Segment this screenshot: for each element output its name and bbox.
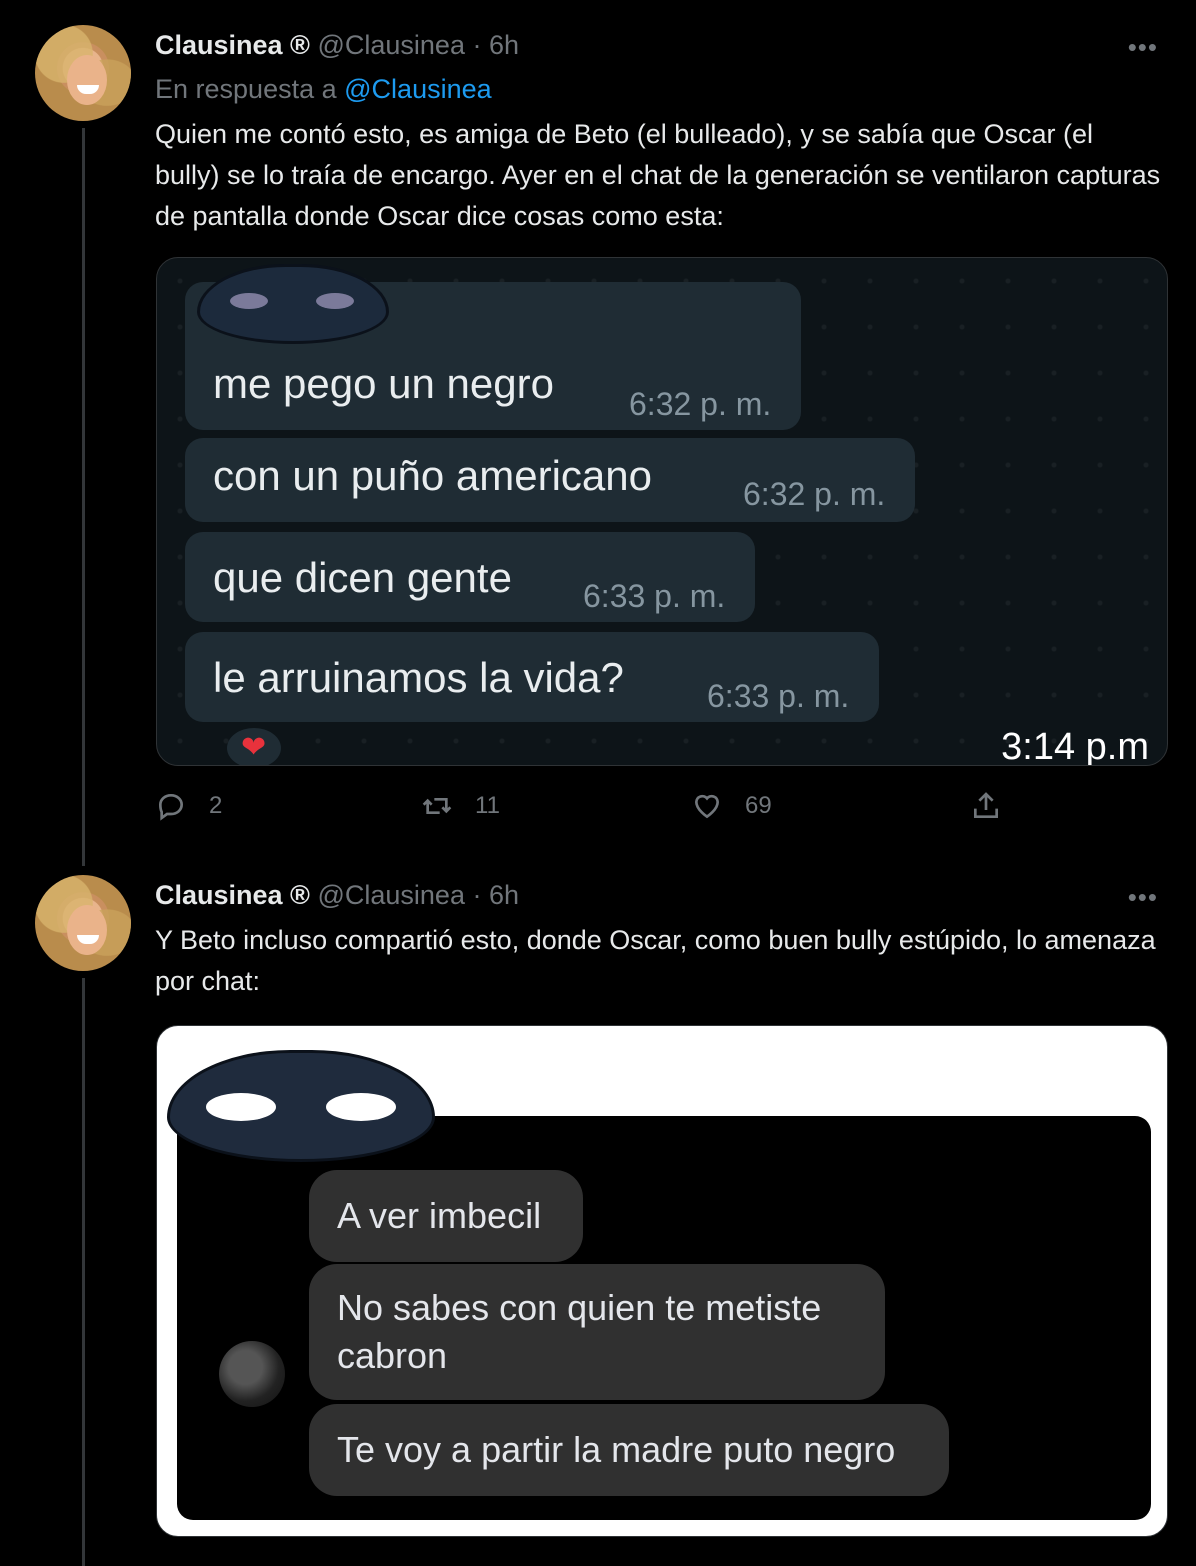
retweet-count: 11 <box>475 792 500 819</box>
like-button[interactable]: 69 <box>691 790 772 822</box>
tweet-header: Clausinea ® @Clausinea · 6h <box>155 880 519 911</box>
message-time: 6:33 p. m. <box>583 578 726 614</box>
tweet-image[interactable]: A ver imbecil No sabes con quien te meti… <box>156 1025 1168 1537</box>
mask-icon <box>197 264 389 344</box>
chat-message: que dicen gente 6:33 p. m. <box>185 532 755 622</box>
separator-dot: · <box>472 880 482 910</box>
tweet-text: Quien me contó esto, es amiga de Beto (e… <box>155 119 1161 231</box>
message-text: que dicen gente <box>213 554 512 601</box>
tweet-actions: 2 11 69 <box>155 790 1035 830</box>
message-text: No sabes con quien te metiste cabron <box>337 1287 822 1376</box>
reply-prefix: En respuesta a <box>155 74 337 104</box>
message-time: 6:32 p. m. <box>743 476 886 512</box>
tweet-image[interactable]: me pego un negro 6:32 p. m. con un puño … <box>156 257 1168 766</box>
more-icon[interactable]: ••• <box>1128 882 1158 913</box>
avatar[interactable] <box>35 25 131 121</box>
retweet-icon <box>422 798 452 814</box>
reply-icon <box>158 793 184 821</box>
tweet-time[interactable]: 6h <box>489 30 519 60</box>
author-handle[interactable]: @Clausinea <box>317 880 465 910</box>
tweet-header: Clausinea ® @Clausinea · 6h <box>155 30 519 61</box>
message-text: le arruinamos la vida? <box>213 654 624 701</box>
message-text: A ver imbecil <box>337 1195 542 1236</box>
share-icon <box>974 792 998 818</box>
message-text: Te voy a partir la madre puto negro <box>337 1429 896 1470</box>
chat-message: Te voy a partir la madre puto negro <box>309 1404 949 1496</box>
thread-line <box>82 978 85 1566</box>
mask-icon <box>167 1050 435 1162</box>
heart-icon <box>694 794 720 819</box>
chat-message: No sabes con quien te metiste cabron <box>309 1264 885 1400</box>
message-time: 6:32 p. m. <box>629 386 772 422</box>
tweet-time[interactable]: 6h <box>489 880 519 910</box>
chat-message: A ver imbecil <box>309 1170 583 1262</box>
reply-context: En respuesta a @Clausinea <box>155 74 492 105</box>
reply-count: 2 <box>209 792 223 819</box>
message-text: me pego un negro <box>213 360 554 407</box>
sender-avatar <box>219 1341 285 1407</box>
avatar[interactable] <box>35 875 131 971</box>
chat-message: le arruinamos la vida? 6:33 p. m. <box>185 632 879 722</box>
reply-button[interactable]: 2 <box>155 790 222 822</box>
like-count: 69 <box>745 792 772 819</box>
reaction-badge: ❤ <box>227 728 281 765</box>
separator-dot: · <box>472 30 482 60</box>
status-clock: 3:14 p.m <box>1001 726 1149 766</box>
more-icon[interactable]: ••• <box>1128 32 1158 63</box>
heart-reaction-icon: ❤ <box>241 731 267 764</box>
retweet-button[interactable]: 11 <box>421 790 500 822</box>
message-time: 6:33 p. m. <box>707 678 850 714</box>
chat-message: con un puño americano 6:32 p. m. <box>185 438 915 522</box>
share-button[interactable] <box>970 790 1002 822</box>
message-text: con un puño americano <box>213 452 652 499</box>
reply-to-link[interactable]: @Clausinea <box>344 74 492 104</box>
author-name[interactable]: Clausinea ® <box>155 30 310 60</box>
thread-line <box>82 128 85 866</box>
tweet-text: Y Beto incluso compartió esto, donde Osc… <box>155 925 1156 996</box>
author-name[interactable]: Clausinea ® <box>155 880 310 910</box>
author-handle[interactable]: @Clausinea <box>317 30 465 60</box>
